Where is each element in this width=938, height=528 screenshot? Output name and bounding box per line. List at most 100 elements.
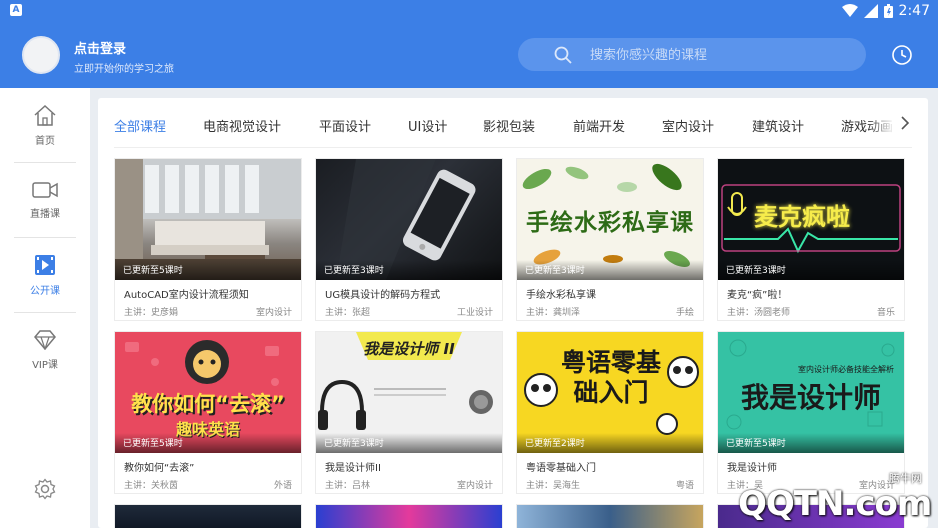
home-icon [34, 104, 56, 126]
course-teacher: 主讲：吕林 [325, 481, 371, 491]
course-thumbnail: 已更新至3课时 [316, 159, 502, 280]
update-label: 已更新至2课时 [525, 439, 585, 449]
signal-icon [863, 4, 878, 18]
course-title: UG模具设计的解码方程式 [325, 290, 441, 301]
sidebar-item-vip[interactable]: VIP课 [14, 313, 76, 387]
watermark: 腾牛网 QQTN.com [738, 470, 932, 526]
app-notification-icon: A [10, 4, 22, 16]
thumbnail-text: 粤语零基础入门 [561, 348, 662, 407]
course-teacher: 主讲：龚圳泽 [526, 308, 581, 318]
course-teacher: 主讲：张超 [325, 308, 371, 318]
course-card[interactable]: 已更新至3课时 UG模具设计的解码方程式 主讲：张超 工业设计 [315, 158, 503, 321]
update-label: 已更新至3课时 [726, 266, 786, 276]
course-teacher: 主讲：史彦娟 [124, 308, 179, 318]
course-title: 麦克“疯”啦！ [727, 290, 788, 301]
course-card[interactable]: 麦克疯啦 已更新至3课时 麦克“疯”啦！ 主讲：汤圆老师 音乐 [717, 158, 905, 321]
tab-ui[interactable]: UI设计 [408, 116, 447, 135]
sidebar-item-live[interactable]: 直播课 [14, 163, 76, 237]
battery-icon [883, 4, 893, 18]
system-tray: 2:47 [841, 3, 930, 19]
course-thumbnail: 手绘水彩私享课 已更新至3课时 [517, 159, 703, 280]
course-card[interactable] [114, 504, 302, 528]
course-teacher: 主讲：汤圆老师 [727, 308, 791, 318]
thumbnail-text: 我是设计师 II [363, 340, 455, 358]
course-panel: 全部课程 电商视觉设计 平面设计 UI设计 影视包装 前端开发 室内设计 建筑设… [98, 98, 928, 528]
course-card[interactable]: 已更新至5课时 AutoCAD室内设计流程须知 主讲：史彦娟 室内设计 [114, 158, 302, 321]
course-category: 室内设计 [255, 308, 292, 318]
course-category: 手绘 [675, 308, 694, 318]
course-card[interactable]: 粤语零基础入门 已更新至2课时 粤语零基础入门 主讲：吴海生 粤语 [516, 331, 704, 494]
sidebar-item-label: VIP课 [32, 359, 58, 371]
thumbnail-subtext: 室内设计师必备技能全解析 [798, 365, 894, 374]
chevron-right-icon[interactable] [900, 115, 910, 131]
tab-ecommerce[interactable]: 电商视觉设计 [203, 116, 281, 135]
video-camera-icon [32, 181, 58, 198]
course-teacher: 主讲：吴海生 [526, 481, 581, 491]
search-input[interactable] [590, 45, 850, 65]
course-title: 我是设计师II [325, 463, 381, 474]
course-title: AutoCAD室内设计流程须知 [124, 290, 249, 301]
course-card[interactable] [516, 504, 704, 528]
update-label: 已更新至5课时 [726, 439, 786, 449]
sidebar-item-label: 公开课 [30, 285, 60, 297]
history-icon[interactable] [891, 44, 913, 66]
course-title: 教你如何“去滚” [124, 463, 195, 474]
sidebar-item-label: 直播课 [30, 208, 60, 220]
course-category: 外语 [273, 481, 292, 491]
watermark-logo: QQTN.com [738, 484, 932, 524]
login-title[interactable]: 点击登录 [74, 38, 126, 57]
course-thumbnail: 麦克疯啦 已更新至3课时 [718, 159, 904, 280]
course-card[interactable] [315, 504, 503, 528]
tabs-divider [114, 147, 912, 148]
course-thumbnail: 我是设计师 II 已更新至3课时 [316, 332, 502, 453]
course-thumbnail: 教你如何“去滚” 趣味英语 已更新至5课时 [115, 332, 301, 453]
category-tabs: 全部课程 电商视觉设计 平面设计 UI设计 影视包装 前端开发 室内设计 建筑设… [98, 98, 928, 148]
settings-icon[interactable] [34, 478, 56, 500]
course-category: 工业设计 [456, 308, 493, 318]
search-icon [554, 46, 572, 64]
course-thumbnail [316, 505, 502, 528]
course-card[interactable]: 教你如何“去滚” 趣味英语 已更新至5课时 教你如何“去滚” 主讲：关秋茵 外语 [114, 331, 302, 494]
update-label: 已更新至5课时 [123, 266, 183, 276]
course-title: 粤语零基础入门 [526, 463, 596, 474]
tab-architecture[interactable]: 建筑设计 [752, 116, 804, 135]
course-teacher: 主讲：关秋茵 [124, 481, 179, 491]
course-category: 音乐 [876, 308, 895, 318]
tab-all[interactable]: 全部课程 [114, 116, 166, 135]
login-subtitle: 立即开始你的学习之旅 [74, 64, 174, 75]
status-bar: A 2:47 [0, 0, 938, 22]
course-thumbnail [115, 505, 301, 528]
wifi-icon [841, 4, 858, 17]
avatar[interactable] [22, 36, 60, 74]
course-thumbnail: 已更新至5课时 [115, 159, 301, 280]
tab-interior[interactable]: 室内设计 [662, 116, 714, 135]
sidebar-item-home[interactable]: 首页 [14, 88, 76, 162]
course-thumbnail [517, 505, 703, 528]
thumbnail-text: 我是设计师 [740, 381, 881, 414]
tab-video[interactable]: 影视包装 [483, 116, 535, 135]
play-icon [35, 254, 55, 275]
course-thumbnail: 室内设计师必备技能全解析 我是设计师 已更新至5课时 [718, 332, 904, 453]
course-category: 粤语 [675, 481, 694, 491]
sidebar-item-public[interactable]: 公开课 [14, 238, 76, 312]
course-title: 手绘水彩私享课 [526, 290, 596, 301]
course-card[interactable]: 手绘水彩私享课 已更新至3课时 手绘水彩私享课 主讲：龚圳泽 手绘 [516, 158, 704, 321]
app-header: 点击登录 立即开始你的学习之旅 [0, 22, 938, 88]
clock: 2:47 [898, 3, 930, 19]
tab-frontend[interactable]: 前端开发 [573, 116, 625, 135]
sidebar-item-label: 首页 [35, 135, 55, 147]
update-label: 已更新至3课时 [324, 439, 384, 449]
course-card[interactable]: 我是设计师 II 已更新至3课时 我是设计师II 主讲：吕林 室内设计 [315, 331, 503, 494]
search-bar[interactable] [518, 38, 866, 71]
diamond-icon [34, 329, 56, 350]
update-label: 已更新至3课时 [324, 266, 384, 276]
update-label: 已更新至3课时 [525, 266, 585, 276]
thumbnail-text: 手绘水彩私享课 [526, 210, 694, 236]
tab-graphic[interactable]: 平面设计 [319, 116, 371, 135]
thumbnail-text: 教你如何“去滚” [131, 392, 285, 416]
tabs-fade [868, 110, 928, 140]
update-label: 已更新至5课时 [123, 439, 183, 449]
course-category: 室内设计 [456, 481, 493, 491]
sidebar: 首页 直播课 公开课 VIP课 [0, 88, 90, 528]
course-thumbnail: 粤语零基础入门 已更新至2课时 [517, 332, 703, 453]
